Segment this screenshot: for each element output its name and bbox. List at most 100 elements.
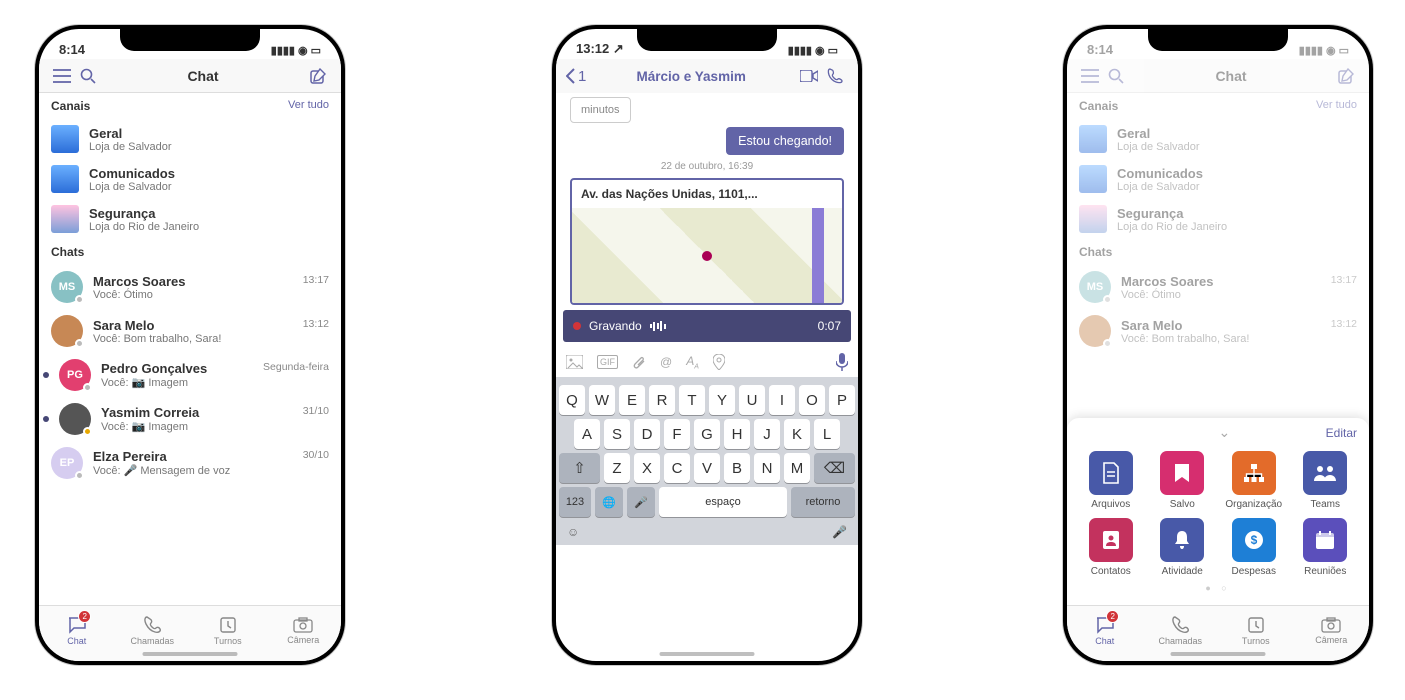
chat-name: Marcos Soares bbox=[93, 274, 186, 289]
dictation-key[interactable]: 🎤 bbox=[627, 487, 655, 517]
key-y[interactable]: Y bbox=[709, 385, 735, 415]
chat-item[interactable]: EP Elza Pereira30/10 Você: 🎤 Mensagem de… bbox=[39, 441, 341, 485]
location-icon[interactable] bbox=[713, 354, 725, 370]
tab-chamadas[interactable]: Chamadas bbox=[1143, 606, 1219, 655]
compose-toolbar: GIF @ AA bbox=[556, 347, 858, 377]
message-previous[interactable]: minutos bbox=[570, 97, 631, 123]
app-atividade[interactable]: Atividade bbox=[1149, 518, 1217, 577]
avatar bbox=[59, 403, 91, 435]
menu-icon[interactable] bbox=[49, 63, 75, 89]
channel-item[interactable]: GeralLoja de Salvador bbox=[1067, 119, 1369, 159]
channel-item[interactable]: ComunicadosLoja de Salvador bbox=[1067, 159, 1369, 199]
home-indicator[interactable] bbox=[660, 652, 755, 656]
image-icon[interactable] bbox=[566, 355, 583, 369]
chat-list-header: Chat bbox=[1067, 59, 1369, 93]
location-card[interactable]: Av. das Nações Unidas, 1101,... bbox=[570, 178, 844, 305]
backspace-key[interactable]: ⌫ bbox=[814, 453, 855, 483]
see-all-link[interactable]: Ver tudo bbox=[288, 99, 329, 113]
key-x[interactable]: X bbox=[634, 453, 660, 483]
status-time: 8:14 bbox=[59, 42, 85, 57]
globe-key[interactable]: 🌐 bbox=[595, 487, 623, 517]
key-t[interactable]: T bbox=[679, 385, 705, 415]
space-key[interactable]: espaço bbox=[659, 487, 787, 517]
chat-item[interactable]: Sara Melo13:12 Você: Bom trabalho, Sara! bbox=[39, 309, 341, 353]
tab-câmera[interactable]: Câmera bbox=[1294, 606, 1370, 655]
key-q[interactable]: Q bbox=[559, 385, 585, 415]
key-e[interactable]: E bbox=[619, 385, 645, 415]
key-g[interactable]: G bbox=[694, 419, 720, 449]
channel-item[interactable]: SegurançaLoja do Rio de Janeiro bbox=[1067, 199, 1369, 239]
key-h[interactable]: H bbox=[724, 419, 750, 449]
menu-icon[interactable] bbox=[1077, 63, 1103, 89]
key-c[interactable]: C bbox=[664, 453, 690, 483]
message-sent[interactable]: Estou chegando! bbox=[726, 127, 844, 155]
chat-item[interactable]: PG Pedro GonçalvesSegunda-feira Você: 📷 … bbox=[39, 353, 341, 397]
channel-item[interactable]: GeralLoja de Salvador bbox=[39, 119, 341, 159]
key-f[interactable]: F bbox=[664, 419, 690, 449]
app-despesas[interactable]: $Despesas bbox=[1220, 518, 1288, 577]
home-indicator[interactable] bbox=[143, 652, 238, 656]
tab-câmera[interactable]: Câmera bbox=[266, 606, 342, 655]
app-contatos[interactable]: Contatos bbox=[1077, 518, 1145, 577]
channel-item[interactable]: ComunicadosLoja de Salvador bbox=[39, 159, 341, 199]
see-all-link[interactable]: Ver tudo bbox=[1316, 99, 1357, 113]
key-s[interactable]: S bbox=[604, 419, 630, 449]
key-n[interactable]: N bbox=[754, 453, 780, 483]
search-icon[interactable] bbox=[1103, 63, 1129, 89]
audio-call-icon[interactable] bbox=[822, 63, 848, 89]
keyboard-mic-key[interactable]: 🎤 bbox=[832, 525, 847, 539]
key-i[interactable]: I bbox=[769, 385, 795, 415]
app-teams[interactable]: Teams bbox=[1292, 451, 1360, 510]
key-u[interactable]: U bbox=[739, 385, 765, 415]
app-salvo[interactable]: Salvo bbox=[1149, 451, 1217, 510]
app-reuniões[interactable]: Reuniões bbox=[1292, 518, 1360, 577]
app-arquivos[interactable]: Arquivos bbox=[1077, 451, 1145, 510]
chat-item[interactable]: Yasmim Correia31/10 Você: 📷 Imagem bbox=[39, 397, 341, 441]
app-organização[interactable]: Organização bbox=[1220, 451, 1288, 510]
key-r[interactable]: R bbox=[649, 385, 675, 415]
channels-section-header: Canais Ver tudo bbox=[39, 93, 341, 119]
key-j[interactable]: J bbox=[754, 419, 780, 449]
back-button[interactable]: 1 bbox=[566, 68, 586, 85]
channel-name: Segurança bbox=[89, 206, 199, 221]
shift-key[interactable]: ⇧ bbox=[559, 453, 600, 483]
key-v[interactable]: V bbox=[694, 453, 720, 483]
search-icon[interactable] bbox=[75, 63, 101, 89]
video-call-icon[interactable] bbox=[796, 63, 822, 89]
edit-button[interactable]: Editar bbox=[1326, 426, 1357, 440]
chat-item[interactable]: Sara Melo13:12 Você: Bom trabalho, Sara! bbox=[1067, 309, 1369, 353]
key-a[interactable]: A bbox=[574, 419, 600, 449]
notch bbox=[637, 29, 777, 51]
numbers-key[interactable]: 123 bbox=[559, 487, 591, 517]
chat-item[interactable]: MS Marcos Soares13:17 Você: Ótimo bbox=[39, 265, 341, 309]
format-icon[interactable]: AA bbox=[686, 354, 699, 370]
channel-avatar bbox=[51, 165, 79, 193]
compose-icon[interactable] bbox=[1333, 63, 1359, 89]
tab-turnos[interactable]: Turnos bbox=[190, 606, 266, 655]
voice-recording-bar[interactable]: Gravando 0:07 bbox=[563, 310, 851, 342]
key-k[interactable]: K bbox=[784, 419, 810, 449]
key-z[interactable]: Z bbox=[604, 453, 630, 483]
key-m[interactable]: M bbox=[784, 453, 810, 483]
compose-icon[interactable] bbox=[305, 63, 331, 89]
mention-icon[interactable]: @ bbox=[660, 355, 672, 369]
emoji-key[interactable]: ☺ bbox=[567, 525, 579, 539]
tab-chamadas[interactable]: Chamadas bbox=[115, 606, 191, 655]
key-l[interactable]: L bbox=[814, 419, 840, 449]
tab-chat[interactable]: 2Chat bbox=[39, 606, 115, 655]
key-w[interactable]: W bbox=[589, 385, 615, 415]
channel-item[interactable]: SegurançaLoja do Rio de Janeiro bbox=[39, 199, 341, 239]
return-key[interactable]: retorno bbox=[791, 487, 855, 517]
key-o[interactable]: O bbox=[799, 385, 825, 415]
chat-item[interactable]: MS Marcos Soares13:17 Você: Ótimo bbox=[1067, 265, 1369, 309]
key-b[interactable]: B bbox=[724, 453, 750, 483]
mic-icon[interactable] bbox=[836, 353, 848, 371]
chevron-down-icon[interactable]: ⌄ bbox=[1123, 424, 1326, 441]
home-indicator[interactable] bbox=[1171, 652, 1266, 656]
key-p[interactable]: P bbox=[829, 385, 855, 415]
key-d[interactable]: D bbox=[634, 419, 660, 449]
gif-icon[interactable]: GIF bbox=[597, 355, 618, 369]
tab-chat[interactable]: 2Chat bbox=[1067, 606, 1143, 655]
tab-turnos[interactable]: Turnos bbox=[1218, 606, 1294, 655]
attach-icon[interactable] bbox=[632, 354, 646, 370]
